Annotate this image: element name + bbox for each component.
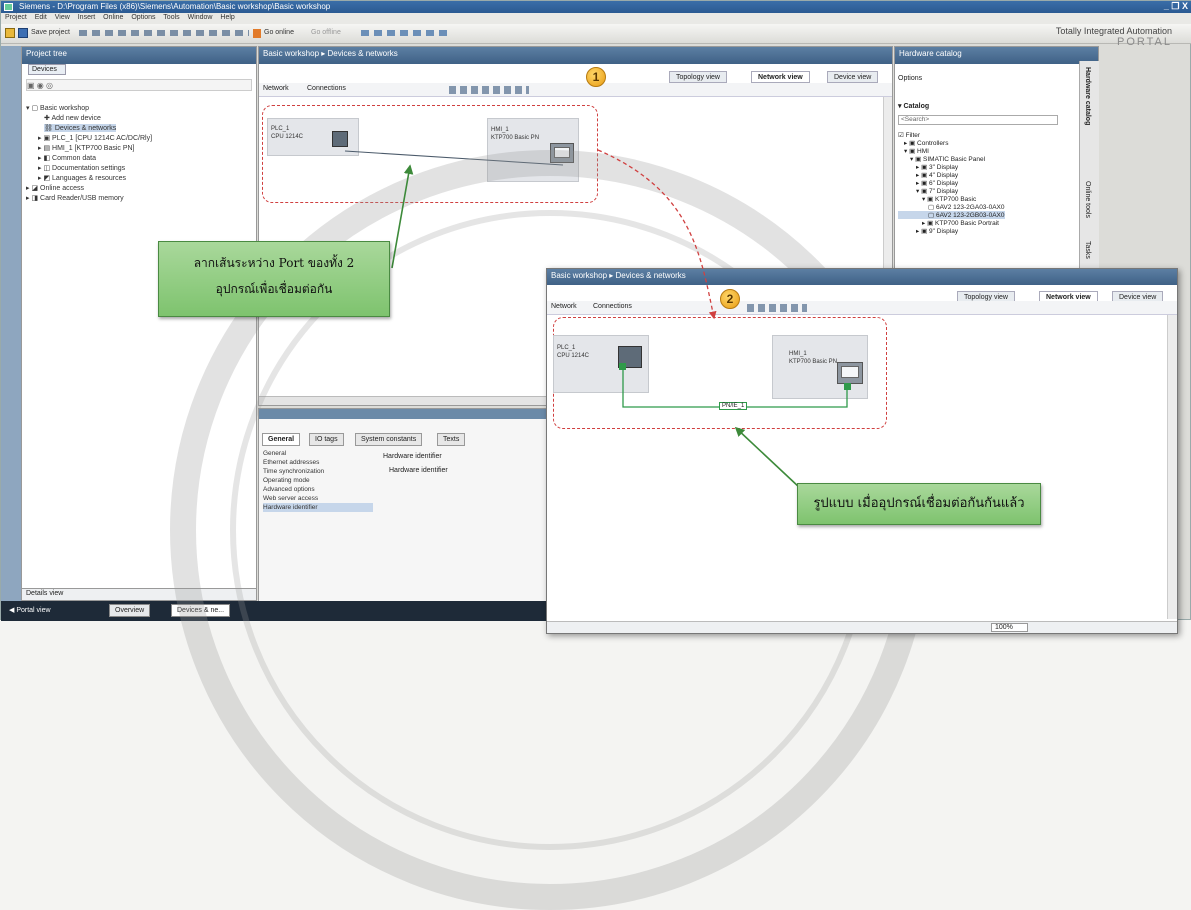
- callout1-arrow: [391, 164, 414, 269]
- callout-drag-port: ลากเส้นระหว่าง Port ของทั้ง 2 อุปกรณ์เพื…: [158, 241, 390, 317]
- step-badge-2: 2: [720, 289, 740, 309]
- callout-connected: รูปแบบ เมื่ออุปกรณ์เชื่อมต่อกันกันแล้ว: [797, 483, 1041, 525]
- annotation-arrows: [391, 149, 801, 489]
- callout2-arrow: [734, 426, 801, 489]
- step-transition-arrow: [597, 149, 717, 320]
- step-badge-1: 1: [586, 67, 606, 87]
